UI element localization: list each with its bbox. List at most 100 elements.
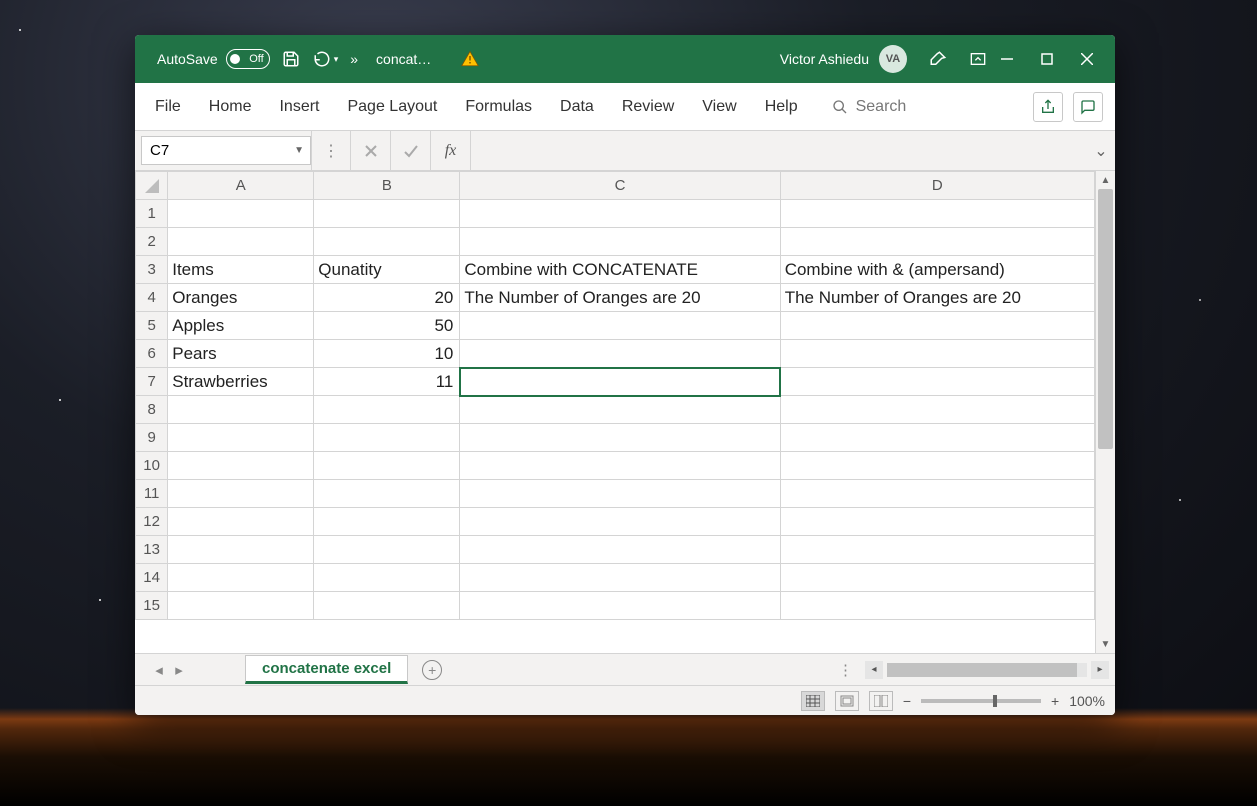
cell-D6[interactable]	[780, 340, 1094, 368]
tell-me-search[interactable]: Search	[832, 98, 907, 116]
cell-C3[interactable]: Combine with CONCATENATE	[460, 256, 780, 284]
cell-D5[interactable]	[780, 312, 1094, 340]
row-header-11[interactable]: 11	[136, 480, 168, 508]
column-header-B[interactable]: B	[314, 172, 460, 200]
cell-B9[interactable]	[314, 424, 460, 452]
zoom-in-button[interactable]: +	[1051, 693, 1059, 709]
insert-function-button[interactable]: fx	[431, 131, 471, 170]
undo-icon[interactable]: ▾	[312, 50, 339, 68]
cell-C13[interactable]	[460, 536, 780, 564]
comments-button[interactable]	[1073, 92, 1103, 122]
cancel-formula-icon[interactable]	[351, 131, 391, 170]
cell-D14[interactable]	[780, 564, 1094, 592]
cell-B7[interactable]: 11	[314, 368, 460, 396]
vertical-scrollbar[interactable]: ▲ ▼	[1095, 171, 1115, 653]
cell-A13[interactable]	[168, 536, 314, 564]
enter-formula-icon[interactable]	[391, 131, 431, 170]
expand-formula-bar-icon[interactable]: ⌄	[1087, 131, 1115, 170]
cell-D12[interactable]	[780, 508, 1094, 536]
ribbon-tab-page-layout[interactable]: Page Layout	[333, 83, 451, 130]
cell-C5[interactable]	[460, 312, 780, 340]
cell-D10[interactable]	[780, 452, 1094, 480]
cell-B5[interactable]: 50	[314, 312, 460, 340]
cell-B10[interactable]	[314, 452, 460, 480]
cell-A4[interactable]: Oranges	[168, 284, 314, 312]
ribbon-tab-file[interactable]: File	[141, 83, 195, 130]
cell-D13[interactable]	[780, 536, 1094, 564]
cell-B11[interactable]	[314, 480, 460, 508]
cell-C15[interactable]	[460, 592, 780, 620]
ribbon-tab-view[interactable]: View	[688, 83, 750, 130]
warning-icon[interactable]	[461, 50, 479, 68]
row-header-7[interactable]: 7	[136, 368, 168, 396]
cell-C12[interactable]	[460, 508, 780, 536]
cell-B12[interactable]	[314, 508, 460, 536]
cell-A10[interactable]	[168, 452, 314, 480]
cell-D1[interactable]	[780, 200, 1094, 228]
scrollbar-thumb[interactable]	[887, 663, 1077, 677]
cell-A1[interactable]	[168, 200, 314, 228]
select-all-corner[interactable]	[136, 172, 168, 200]
cell-D2[interactable]	[780, 228, 1094, 256]
cell-C4[interactable]: The Number of Oranges are 20	[460, 284, 780, 312]
row-header-9[interactable]: 9	[136, 424, 168, 452]
pen-icon[interactable]	[929, 50, 947, 68]
add-sheet-button[interactable]: +	[422, 660, 442, 680]
cell-D3[interactable]: Combine with & (ampersand)	[780, 256, 1094, 284]
row-header-15[interactable]: 15	[136, 592, 168, 620]
page-break-view-button[interactable]	[869, 691, 893, 711]
ribbon-display-icon[interactable]	[969, 51, 987, 67]
row-header-10[interactable]: 10	[136, 452, 168, 480]
ribbon-tab-insert[interactable]: Insert	[265, 83, 333, 130]
minimize-button[interactable]	[987, 35, 1027, 83]
cell-A8[interactable]	[168, 396, 314, 424]
sheet-nav-next[interactable]: ▸	[169, 661, 189, 679]
cell-C7[interactable]	[460, 368, 780, 396]
filename[interactable]: concat…	[376, 51, 431, 67]
cell-B3[interactable]: Qunatity	[314, 256, 460, 284]
cell-D4[interactable]: The Number of Oranges are 20	[780, 284, 1094, 312]
more-options-icon[interactable]: ⋮	[311, 131, 351, 170]
column-header-D[interactable]: D	[780, 172, 1094, 200]
cell-B13[interactable]	[314, 536, 460, 564]
column-header-A[interactable]: A	[168, 172, 314, 200]
cell-A11[interactable]	[168, 480, 314, 508]
name-box[interactable]: C7 ▼	[141, 136, 311, 165]
avatar[interactable]: VA	[879, 45, 907, 73]
cell-B8[interactable]	[314, 396, 460, 424]
horizontal-scrollbar[interactable]: ⋮ ◂ ▸	[838, 661, 1115, 679]
page-layout-view-button[interactable]	[835, 691, 859, 711]
row-header-6[interactable]: 6	[136, 340, 168, 368]
cell-C6[interactable]	[460, 340, 780, 368]
cell-D9[interactable]	[780, 424, 1094, 452]
ribbon-tab-home[interactable]: Home	[195, 83, 266, 130]
cell-B15[interactable]	[314, 592, 460, 620]
ribbon-tab-formulas[interactable]: Formulas	[451, 83, 546, 130]
cell-C9[interactable]	[460, 424, 780, 452]
cell-A9[interactable]	[168, 424, 314, 452]
cell-A2[interactable]	[168, 228, 314, 256]
ribbon-tab-review[interactable]: Review	[608, 83, 688, 130]
cell-B2[interactable]	[314, 228, 460, 256]
cell-D11[interactable]	[780, 480, 1094, 508]
username[interactable]: Victor Ashiedu	[780, 51, 869, 67]
row-header-13[interactable]: 13	[136, 536, 168, 564]
cell-A6[interactable]: Pears	[168, 340, 314, 368]
row-header-2[interactable]: 2	[136, 228, 168, 256]
zoom-out-button[interactable]: −	[903, 693, 911, 709]
cell-B4[interactable]: 20	[314, 284, 460, 312]
cell-C1[interactable]	[460, 200, 780, 228]
cell-A14[interactable]	[168, 564, 314, 592]
maximize-button[interactable]	[1027, 35, 1067, 83]
cell-C10[interactable]	[460, 452, 780, 480]
column-header-C[interactable]: C	[460, 172, 780, 200]
cell-A5[interactable]: Apples	[168, 312, 314, 340]
cell-C11[interactable]	[460, 480, 780, 508]
sheet-nav-prev[interactable]: ◂	[149, 661, 169, 679]
cell-B6[interactable]: 10	[314, 340, 460, 368]
chevron-down-icon[interactable]: ▼	[294, 145, 304, 156]
cell-A15[interactable]	[168, 592, 314, 620]
sheet-tab[interactable]: concatenate excel	[245, 655, 408, 684]
more-options-icon[interactable]: ⋮	[838, 661, 853, 679]
scroll-down-icon[interactable]: ▼	[1096, 635, 1115, 653]
